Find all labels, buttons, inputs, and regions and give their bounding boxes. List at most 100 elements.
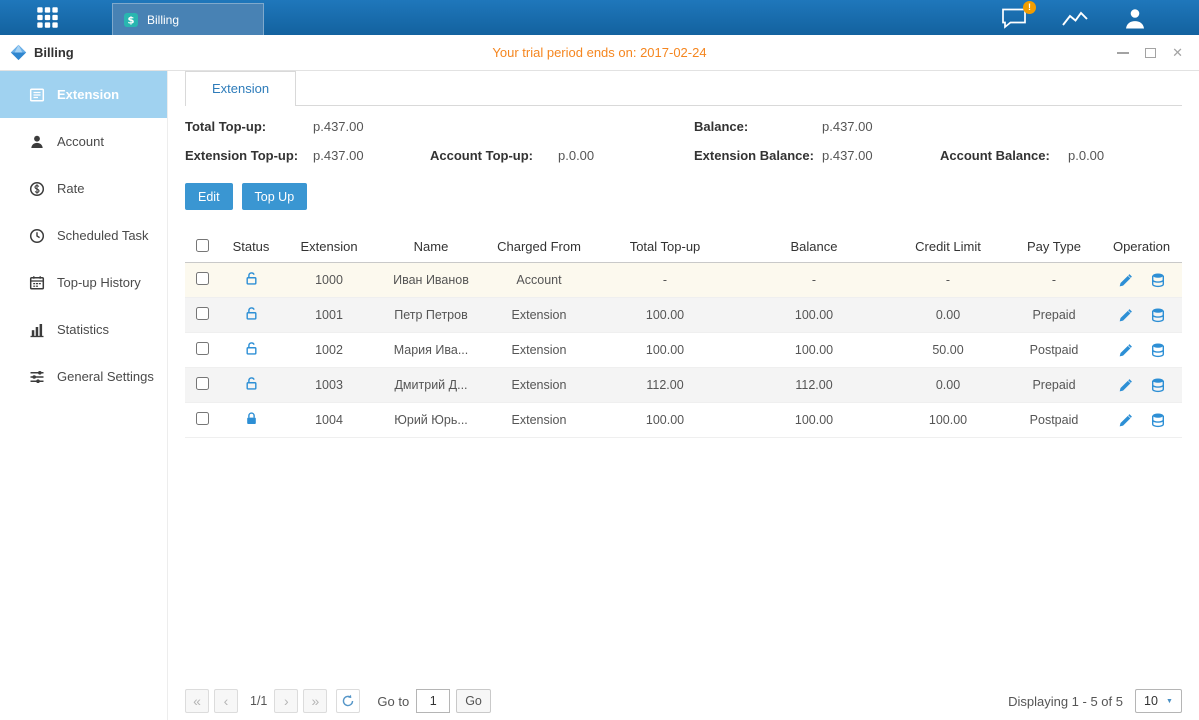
cell-pay-type: Postpaid (1007, 333, 1101, 368)
summary-value: p.437.00 (822, 119, 873, 134)
page-indicator: 1/1 (250, 694, 267, 708)
page-size-select[interactable]: 10 ▼ (1135, 689, 1182, 713)
sidebar-item-account[interactable]: Account (0, 118, 167, 165)
summary-field: Account Top-up:p.0.00 (430, 148, 694, 163)
summary-field: Balance:p.437.00 (694, 119, 940, 134)
summary-spacer (940, 119, 1182, 134)
go-button[interactable]: Go (456, 689, 491, 713)
row-topup-button[interactable] (1150, 342, 1166, 358)
cell-balance: - (739, 263, 889, 298)
column-header-total-top-up: Total Top-up (591, 231, 739, 263)
row-edit-button[interactable] (1118, 378, 1133, 393)
row-checkbox[interactable] (196, 342, 209, 355)
row-edit-button[interactable] (1118, 343, 1133, 358)
sidebar-item-top-up-history[interactable]: Top-up History (0, 259, 167, 306)
topup-button[interactable]: Top Up (242, 183, 308, 210)
table-row[interactable]: 1001Петр ПетровExtension100.00100.000.00… (185, 298, 1182, 333)
column-header-extension: Extension (283, 231, 375, 263)
last-page-button[interactable]: » (303, 689, 327, 713)
cell-pay-type: Postpaid (1007, 403, 1101, 438)
sidebar-item-scheduled-task[interactable]: Scheduled Task (0, 212, 167, 259)
column-header-status: Status (219, 231, 283, 263)
cell-balance: 100.00 (739, 333, 889, 368)
refresh-button[interactable] (336, 689, 360, 713)
row-topup-button[interactable] (1150, 412, 1166, 428)
displaying-text: Displaying 1 - 5 of 5 (1008, 694, 1123, 709)
titlebar-left: Billing (10, 44, 74, 61)
cell-balance: 100.00 (739, 403, 889, 438)
edit-button[interactable]: Edit (185, 183, 233, 210)
operation-cell (1101, 377, 1182, 393)
account-icon (29, 134, 45, 150)
row-checkbox[interactable] (196, 412, 209, 425)
user-icon (1123, 7, 1147, 29)
stats-button[interactable] (1061, 7, 1089, 29)
table-row[interactable]: 1004Юрий Юрь...Extension100.00100.00100.… (185, 403, 1182, 438)
user-button[interactable] (1123, 7, 1147, 29)
main-area: ExtensionAccountRateScheduled TaskTop-up… (0, 71, 1199, 720)
table-row[interactable]: 1002Мария Ива...Extension100.00100.0050.… (185, 333, 1182, 368)
cell-extension: 1003 (283, 368, 375, 403)
row-checkbox[interactable] (196, 377, 209, 390)
sidebar-item-extension[interactable]: Extension (0, 71, 167, 118)
cell-credit-limit: 0.00 (889, 298, 1007, 333)
minimize-button[interactable] (1117, 52, 1129, 54)
goto-input[interactable] (416, 689, 450, 713)
extension-icon (29, 87, 45, 103)
close-button[interactable]: ✕ (1172, 46, 1183, 59)
prev-page-button[interactable]: ‹ (214, 689, 238, 713)
cell-extension: 1000 (283, 263, 375, 298)
topbar: $ Billing ! (0, 0, 1199, 35)
titlebar: Billing Your trial period ends on: 2017-… (0, 35, 1199, 71)
row-checkbox[interactable] (196, 272, 209, 285)
cell-charged-from: Extension (487, 368, 591, 403)
row-edit-button[interactable] (1118, 308, 1133, 323)
summary-label: Extension Balance: (694, 148, 822, 163)
row-checkbox[interactable] (196, 307, 209, 320)
line-chart-icon (1061, 7, 1089, 29)
summary-field: Total Top-up:p.437.00 (185, 119, 430, 134)
statistics-icon (29, 322, 45, 338)
lock-open-icon (244, 306, 259, 321)
summary-spacer (430, 119, 694, 134)
row-topup-button[interactable] (1150, 377, 1166, 393)
messages-button[interactable]: ! (1001, 7, 1027, 29)
row-topup-button[interactable] (1150, 307, 1166, 323)
sidebar-item-rate[interactable]: Rate (0, 165, 167, 212)
maximize-button[interactable] (1145, 48, 1156, 58)
next-page-button[interactable]: › (274, 689, 298, 713)
row-edit-button[interactable] (1118, 413, 1133, 428)
pagination-right: Displaying 1 - 5 of 5 10 ▼ (1008, 689, 1182, 713)
cell-credit-limit: 0.00 (889, 368, 1007, 403)
column-header-balance: Balance (739, 231, 889, 263)
column-header-charged-from: Charged From (487, 231, 591, 263)
summary-value: p.0.00 (558, 148, 594, 163)
summary-value: p.437.00 (313, 148, 364, 163)
cell-name: Петр Петров (375, 298, 487, 333)
lock-open-icon (244, 271, 259, 286)
sidebar-item-label: Statistics (57, 322, 109, 337)
window-title: Billing (34, 45, 74, 60)
cell-credit-limit: 50.00 (889, 333, 1007, 368)
cell-total-topup: 100.00 (591, 298, 739, 333)
row-edit-button[interactable] (1118, 273, 1133, 288)
table-row[interactable]: 1000Иван ИвановAccount---- (185, 263, 1182, 298)
column-header-credit-limit: Credit Limit (889, 231, 1007, 263)
first-page-button[interactable]: « (185, 689, 209, 713)
refresh-icon (341, 694, 355, 708)
sidebar-item-statistics[interactable]: Statistics (0, 306, 167, 353)
sidebar-item-general-settings[interactable]: General Settings (0, 353, 167, 400)
scheduled-task-icon (29, 228, 45, 244)
table-row[interactable]: 1003Дмитрий Д...Extension112.00112.000.0… (185, 368, 1182, 403)
tab-extension[interactable]: Extension (185, 71, 296, 106)
operation-cell (1101, 342, 1182, 358)
billing-top-tab[interactable]: $ Billing (112, 3, 264, 35)
cell-credit-limit: - (889, 263, 1007, 298)
apps-grid-button[interactable] (36, 6, 59, 29)
cell-charged-from: Extension (487, 333, 591, 368)
column-header-operation: Operation (1101, 231, 1182, 263)
general-settings-icon (29, 369, 45, 385)
tabstrip: Extension (185, 71, 1182, 106)
select-all-checkbox[interactable] (196, 239, 209, 252)
row-topup-button[interactable] (1150, 272, 1166, 288)
